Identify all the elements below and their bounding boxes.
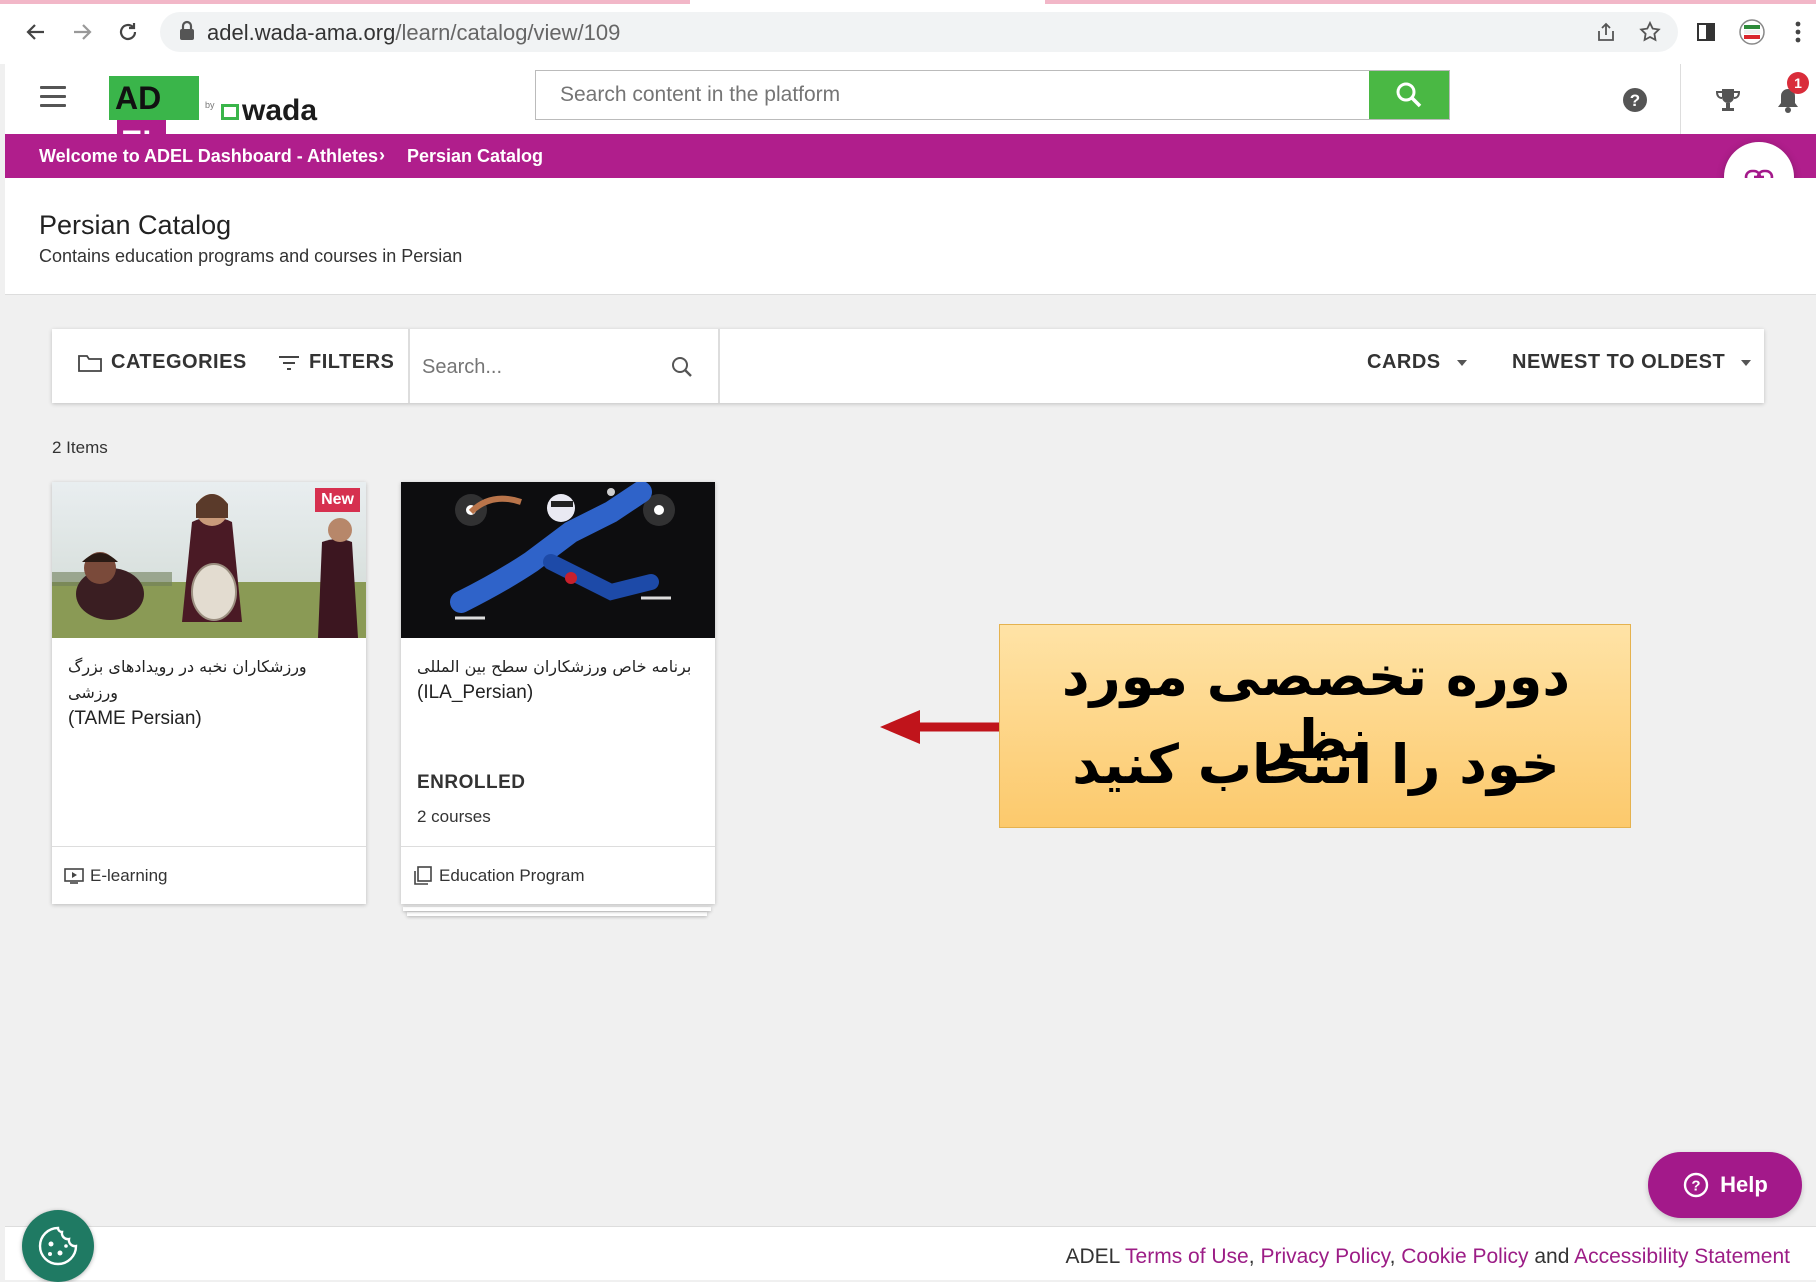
- help-label: Help: [1720, 1172, 1768, 1197]
- bookmark-star-icon[interactable]: [1634, 16, 1666, 48]
- tab-strip-line: [1045, 0, 1816, 4]
- notification-count-badge: 1: [1787, 72, 1809, 94]
- accessibility-link[interactable]: Accessibility Statement: [1574, 1245, 1790, 1268]
- cookie-icon: [38, 1226, 78, 1266]
- course-count: 2 courses: [417, 807, 491, 826]
- wada-logo-text: wada: [221, 94, 317, 128]
- search-icon: [1396, 82, 1422, 108]
- enrolled-status: ENROLLED: [417, 772, 526, 793]
- card-stack-edge: [403, 907, 711, 911]
- items-count: 2 Items: [52, 438, 108, 457]
- folder-icon: [78, 354, 102, 372]
- svg-text:?: ?: [1692, 1178, 1701, 1195]
- question-circle-icon: ?: [1683, 1172, 1709, 1198]
- program-title: برنامه خاص ورزشکاران سطح بین المللی (ILA…: [417, 657, 692, 703]
- adel-wada-logo[interactable]: ADEL by wada: [109, 70, 329, 164]
- app-header: ADEL by wada ? 1: [5, 64, 1816, 164]
- breadcrumb-item-dashboard[interactable]: Welcome to ADEL Dashboard - Athletes: [39, 146, 378, 167]
- course-type: E-learning: [52, 846, 366, 905]
- profile-avatar-icon[interactable]: [1736, 16, 1768, 48]
- footer-comma: ,: [1389, 1245, 1396, 1268]
- svg-text:?: ?: [1630, 91, 1640, 110]
- toolbar-divider: [718, 329, 720, 403]
- new-badge: New: [315, 488, 360, 512]
- cookie-settings-button[interactable]: [22, 1210, 94, 1282]
- browser-menu-icon[interactable]: [1782, 16, 1814, 48]
- view-mode-dropdown[interactable]: CARDS: [1367, 351, 1467, 374]
- breadcrumb-item-persian-catalog[interactable]: Persian Catalog: [407, 146, 543, 167]
- reload-icon[interactable]: [110, 14, 146, 50]
- privacy-link[interactable]: Privacy Policy: [1260, 1245, 1389, 1268]
- program-card-ila[interactable]: برنامه خاص ورزشکاران سطح بین المللی (ILA…: [401, 482, 715, 904]
- program-thumbnail: [401, 482, 715, 638]
- categories-button[interactable]: CATEGORIES: [77, 351, 247, 374]
- address-bar[interactable]: adel.wada-ama.org/learn/catalog/view/109: [160, 12, 1678, 52]
- platform-search-input[interactable]: [536, 71, 1366, 119]
- elearning-icon: [64, 868, 84, 884]
- program-type-label: Education Program: [439, 866, 585, 885]
- search-button[interactable]: [1369, 71, 1449, 119]
- annotation-line-2: خود را انتخاب کنید: [1072, 733, 1560, 796]
- back-arrow-icon[interactable]: [18, 14, 54, 50]
- help-question-icon[interactable]: ?: [1619, 84, 1651, 116]
- page-subtitle: Contains education programs and courses …: [39, 246, 463, 266]
- side-panel-icon[interactable]: [1690, 16, 1722, 48]
- course-type-label: E-learning: [90, 866, 168, 885]
- program-type: Education Program: [401, 846, 715, 905]
- filters-label: FILTERS: [309, 351, 395, 373]
- footer-links: ADEL Terms of Use, Privacy Policy, Cooki…: [1065, 1245, 1790, 1269]
- course-title: ورزشکاران نخبه در رویدادهای بزرگ ورزشی (…: [68, 657, 307, 729]
- terms-link[interactable]: Terms of Use: [1125, 1245, 1249, 1268]
- annotation-callout: دوره تخصصی مورد نظر خود را انتخاب کنید: [999, 624, 1631, 828]
- categories-label: CATEGORIES: [111, 351, 247, 373]
- footer: ADEL Terms of Use, Privacy Policy, Cooki…: [5, 1226, 1816, 1280]
- catalog-search: [410, 329, 692, 405]
- share-icon[interactable]: [1590, 16, 1622, 48]
- card-stack-edge: [407, 912, 707, 916]
- footer-and: and: [1534, 1245, 1570, 1268]
- platform-search: [535, 70, 1450, 120]
- breadcrumb-separator: ›: [379, 145, 385, 165]
- course-card-tame[interactable]: New ورزشکاران نخبه در رویدادهای بزرگ ورز…: [52, 482, 366, 904]
- help-button[interactable]: ? Help: [1648, 1152, 1802, 1218]
- chevron-down-icon: [1741, 359, 1752, 366]
- adel-logo-mark: ADEL: [109, 76, 199, 164]
- sort-order-label: NEWEST TO OLDEST: [1512, 351, 1726, 373]
- course-thumbnail: New: [52, 482, 366, 638]
- filters-button[interactable]: FILTERS: [278, 351, 394, 374]
- footer-comma: ,: [1248, 1245, 1255, 1268]
- forward-arrow-icon[interactable]: [64, 14, 100, 50]
- hamburger-menu-icon[interactable]: [40, 86, 66, 108]
- view-mode-label: CARDS: [1367, 351, 1441, 373]
- catalog-search-icon[interactable]: [670, 355, 694, 379]
- catalog-search-input[interactable]: [410, 329, 624, 405]
- catalog-header: Persian Catalog Contains education progr…: [5, 178, 1816, 295]
- catalog-toolbar: CATEGORIES FILTERS CARDS NEWEST TO OLDES…: [52, 329, 1764, 405]
- page-title: Persian Catalog: [39, 210, 232, 240]
- sort-order-dropdown[interactable]: NEWEST TO OLDEST: [1512, 351, 1752, 374]
- chevron-down-icon: [1456, 359, 1467, 366]
- breadcrumb: Welcome to ADEL Dashboard - Athletes › P…: [5, 134, 1816, 178]
- footer-brand: ADEL: [1065, 1245, 1120, 1268]
- trophy-icon[interactable]: [1712, 84, 1744, 116]
- lock-icon: [178, 20, 200, 44]
- red-arrow-icon: [880, 710, 1000, 744]
- filter-icon: [279, 355, 299, 370]
- logo-by-text: by: [205, 100, 215, 110]
- tab-strip-line: [0, 0, 690, 4]
- browser-toolbar: adel.wada-ama.org/learn/catalog/view/109: [0, 0, 1816, 64]
- education-program-icon: [414, 866, 432, 885]
- url-text: adel.wada-ama.org/learn/catalog/view/109: [207, 20, 621, 45]
- header-divider: [1680, 64, 1681, 134]
- cookie-policy-link[interactable]: Cookie Policy: [1401, 1245, 1528, 1268]
